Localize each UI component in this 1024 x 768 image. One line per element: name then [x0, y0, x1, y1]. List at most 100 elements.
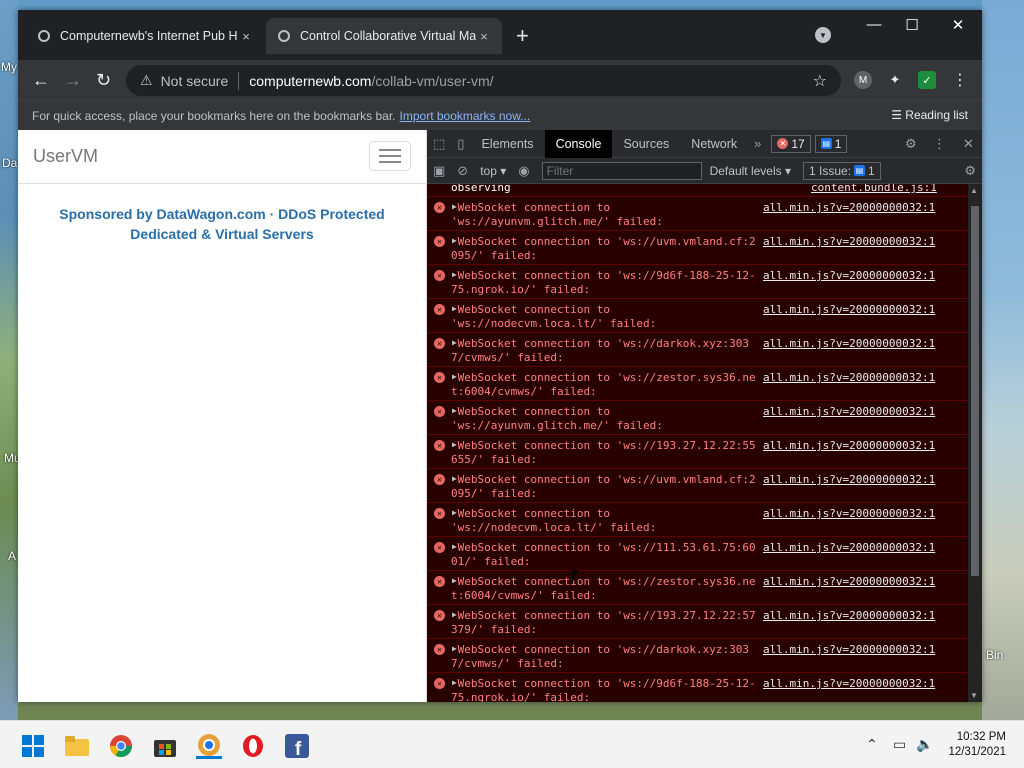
console-error-row[interactable]: ✕ ▶ WebSocket connection to 'ws://uvm.vml…	[427, 231, 968, 265]
close-devtools-icon[interactable]: ✕	[957, 136, 980, 152]
console-error-row[interactable]: ✕ ▶ WebSocket connection to 'ws://darkok.…	[427, 639, 968, 673]
console-scrollbar[interactable]: ▲ ▼	[968, 184, 982, 702]
message-count-badge[interactable]: ▤ 1	[814, 134, 848, 153]
console-error-row[interactable]: ✕ ▶ WebSocket connection to 'ws://9d6f-18…	[427, 265, 968, 299]
import-bookmarks-link[interactable]: Import bookmarks now...	[400, 109, 531, 123]
source-link[interactable]: all.min.js?v=20000000032:1	[763, 337, 935, 350]
error-count-badge[interactable]: ✕ 17	[771, 134, 811, 153]
navbar-toggle-button[interactable]	[369, 141, 411, 171]
console-error-row[interactable]: ✕ ▶ WebSocket connection to 'ws://193.27.…	[427, 435, 968, 469]
tab-search-icon[interactable]: ▼	[815, 27, 831, 43]
console-error-row[interactable]: ✕ ▶ WebSocket connection to 'ws://zestor.…	[427, 571, 968, 605]
clear-console-icon[interactable]: ⊘	[451, 163, 474, 179]
source-link[interactable]: all.min.js?v=20000000032:1	[763, 643, 935, 656]
console-error-row[interactable]: ✕ ▶ WebSocket connection to 'ws://111.53.…	[427, 537, 968, 571]
source-link[interactable]: all.min.js?v=20000000032:1	[763, 677, 935, 690]
console-settings-icon[interactable]: ⚙	[958, 163, 982, 179]
source-link[interactable]: all.min.js?v=20000000032:1	[763, 439, 935, 452]
file-explorer-icon[interactable]	[64, 733, 90, 759]
more-tabs-icon[interactable]: »	[748, 136, 767, 151]
warning-icon[interactable]: ⚠	[140, 72, 153, 89]
maximize-button[interactable]: ☐	[890, 16, 934, 34]
console-filter-input[interactable]	[541, 161, 702, 180]
source-link[interactable]: all.min.js?v=20000000032:1	[763, 609, 935, 622]
log-levels-select[interactable]: Default levels ▾	[702, 164, 799, 178]
desktop-label[interactable]: Bin	[986, 648, 1003, 662]
chevron-up-icon[interactable]: ⌃	[866, 736, 878, 753]
context-select[interactable]: top ▾	[474, 164, 512, 178]
device-toolbar-icon[interactable]: ▯	[451, 136, 470, 152]
new-tab-button[interactable]: +	[516, 24, 529, 48]
not-secure-label[interactable]: Not secure	[161, 73, 229, 89]
console-error-row[interactable]: ✕ ▶ WebSocket connection to 'ws://ayunvm.…	[427, 197, 968, 231]
opera-icon[interactable]	[240, 733, 266, 759]
source-link[interactable]: all.min.js?v=20000000032:1	[763, 201, 935, 214]
tab-collab-vm[interactable]: Control Collaborative Virtual Ma ×	[266, 18, 502, 54]
puzzle-extensions-icon[interactable]: ✦	[886, 71, 904, 89]
source-link[interactable]: all.min.js?v=20000000032:1	[763, 507, 935, 520]
inspect-icon[interactable]: ⬚	[427, 136, 451, 152]
reload-icon[interactable]: ↻	[96, 70, 111, 90]
sponsor-link[interactable]: Sponsored by DataWagon.com · DDoS Protec…	[18, 204, 426, 244]
source-link[interactable]: content.bundle.js:1	[811, 184, 937, 194]
settings-gear-icon[interactable]: ⚙	[899, 136, 923, 152]
bookmark-star-icon[interactable]: ☆	[813, 71, 827, 91]
console-toolbar: ▣ ⊘ top ▾ ◉ Default levels ▾ 1 Issue:▤1 …	[427, 158, 982, 184]
scroll-down-icon[interactable]: ▼	[970, 691, 978, 700]
console-error-row[interactable]: ✕ ▶ WebSocket connection to 'ws://zestor.…	[427, 367, 968, 401]
address-bar[interactable]: ⚠ Not secure computernewb.com /collab-vm…	[126, 65, 841, 96]
eye-icon[interactable]: ◉	[512, 163, 535, 179]
source-link[interactable]: all.min.js?v=20000000032:1	[763, 371, 935, 384]
console-error-row[interactable]: ✕ ▶ WebSocket connection to 'ws://darkok.…	[427, 333, 968, 367]
console-error-row[interactable]: ✕ ▶ WebSocket connection to 'ws://ayunvm.…	[427, 401, 968, 435]
desktop-label[interactable]: Da	[2, 156, 17, 170]
back-icon[interactable]: ←	[32, 70, 50, 90]
desktop-label[interactable]: My	[1, 60, 17, 74]
tab-network[interactable]: Network	[680, 130, 748, 158]
network-icon[interactable]: ▭	[893, 736, 906, 753]
source-link[interactable]: all.min.js?v=20000000032:1	[763, 405, 935, 418]
tab-elements[interactable]: Elements	[470, 130, 544, 158]
console-error-row[interactable]: ✕ ▶ WebSocket connection to 'ws://193.27.…	[427, 605, 968, 639]
clock[interactable]: 10:32 PM 12/31/2021	[948, 730, 1006, 760]
console-error-row[interactable]: ✕ ▶ WebSocket connection to 'ws://uvm.vml…	[427, 469, 968, 503]
chrome-beta-icon[interactable]	[196, 733, 222, 759]
source-link[interactable]: all.min.js?v=20000000032:1	[763, 473, 935, 486]
close-tab-icon[interactable]: ×	[476, 29, 492, 44]
brand-label[interactable]: UserVM	[33, 146, 98, 167]
error-message: WebSocket connection to 'ws://uvm.vmland…	[451, 235, 756, 262]
chrome-icon[interactable]	[108, 733, 134, 759]
more-options-icon[interactable]: ⋮	[927, 136, 952, 152]
desktop-label[interactable]: A	[8, 549, 16, 563]
menu-dots-icon[interactable]: ⋮	[951, 71, 969, 89]
source-link[interactable]: all.min.js?v=20000000032:1	[763, 235, 935, 248]
forward-icon[interactable]: →	[64, 70, 82, 90]
start-icon[interactable]	[20, 733, 46, 759]
error-message: WebSocket connection to 'ws://193.27.12.…	[451, 439, 756, 466]
reading-list-button[interactable]: ☰ Reading list	[891, 108, 968, 122]
console-error-row[interactable]: ✕ ▶ WebSocket connection to 'ws://9d6f-18…	[427, 673, 968, 702]
facebook-icon[interactable]: f	[284, 733, 310, 759]
error-icon: ✕	[434, 270, 445, 281]
issues-button[interactable]: 1 Issue: ▤ 1	[803, 161, 881, 180]
source-link[interactable]: all.min.js?v=20000000032:1	[763, 541, 935, 554]
console-error-row[interactable]: ✕ ▶ WebSocket connection to 'ws://nodecvm…	[427, 299, 968, 333]
store-icon[interactable]	[152, 733, 178, 759]
shield-icon[interactable]: ✓	[918, 71, 936, 89]
tab-internet-pub[interactable]: Computernewb's Internet Pub Hu ×	[26, 18, 264, 54]
scroll-up-icon[interactable]: ▲	[970, 186, 978, 195]
scroll-thumb[interactable]	[971, 206, 979, 576]
console-log: observing content.bundle.js:1 ✕ ▶ WebSock…	[427, 184, 968, 702]
source-link[interactable]: all.min.js?v=20000000032:1	[763, 269, 935, 282]
sidebar-toggle-icon[interactable]: ▣	[427, 163, 451, 179]
source-link[interactable]: all.min.js?v=20000000032:1	[763, 575, 935, 588]
console-error-row[interactable]: ✕ ▶ WebSocket connection to 'ws://nodecvm…	[427, 503, 968, 537]
tab-console[interactable]: Console	[544, 129, 613, 158]
tab-sources[interactable]: Sources	[612, 130, 680, 158]
divider	[238, 71, 240, 90]
close-window-button[interactable]: ✕	[936, 16, 980, 34]
extension-icon[interactable]: M	[854, 71, 872, 89]
source-link[interactable]: all.min.js?v=20000000032:1	[763, 303, 935, 316]
close-tab-icon[interactable]: ×	[238, 29, 254, 44]
volume-icon[interactable]: 🔈	[916, 736, 933, 753]
